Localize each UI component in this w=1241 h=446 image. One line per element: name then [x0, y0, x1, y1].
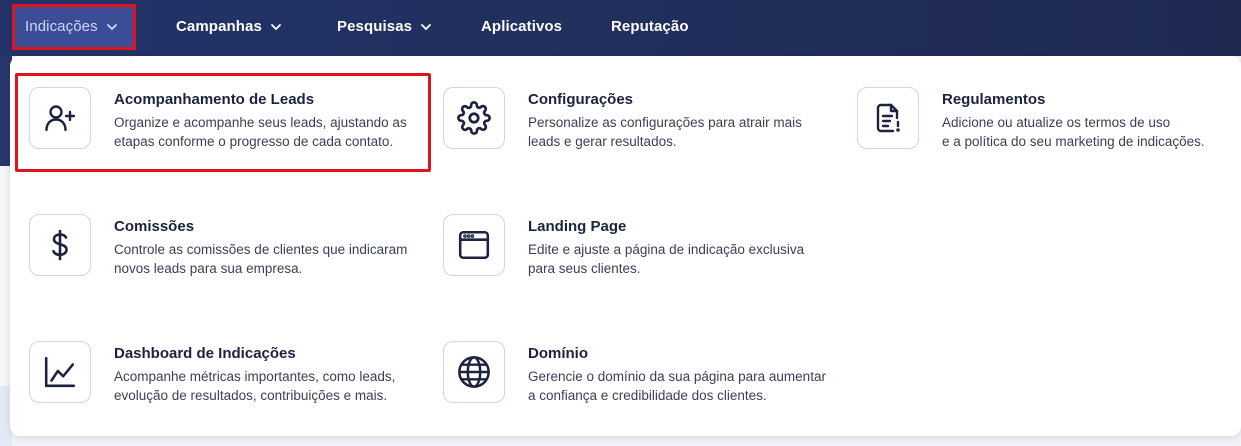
nav-item-label: Aplicativos — [481, 18, 563, 35]
gear-icon — [457, 101, 491, 135]
menu-card-regulamentos[interactable]: Regulamentos Adicione ou atualize os ter… — [857, 87, 1241, 167]
menu-card-landing-page[interactable]: Landing Page Edite e ajuste a página de … — [443, 214, 853, 294]
menu-card-description-line: Adicione ou atualize os termos de uso — [942, 115, 1171, 130]
nav-item-label: Indicações — [25, 18, 98, 35]
document-icon — [872, 102, 904, 134]
chevron-down-icon — [106, 23, 118, 31]
menu-card-icon-box — [29, 341, 91, 403]
nav-item-pesquisas[interactable]: Pesquisas — [337, 0, 432, 54]
nav-item-reputacao[interactable]: Reputação — [611, 0, 689, 54]
menu-card-description-line: e a política do seu marketing de indicaç… — [942, 134, 1205, 149]
menu-card-description-line: Edite e ajuste a página de indicação exc… — [528, 242, 805, 257]
menu-card-configuracoes[interactable]: Configurações Personalize as configuraçõ… — [443, 87, 853, 167]
menu-card-title: Configurações — [528, 91, 634, 108]
menu-card-description-line: Acompanhe métricas importantes, como lea… — [114, 369, 396, 384]
menu-card-icon-box — [443, 341, 505, 403]
dollar-icon — [44, 229, 76, 261]
nav-item-label: Pesquisas — [337, 18, 413, 35]
menu-card-description-line: a confiança e credibilidade dos clientes… — [528, 388, 767, 403]
menu-card-comissoes[interactable]: Comissões Controle as comissões de clien… — [29, 214, 439, 294]
menu-card-description: Acompanhe métricas importantes, como lea… — [114, 367, 434, 405]
menu-card-title: Dashboard de Indicações — [114, 345, 296, 362]
menu-card-title: Landing Page — [528, 218, 627, 235]
browser-window-icon — [457, 228, 491, 262]
menu-card-icon-box — [29, 214, 91, 276]
menu-card-description-line: evolução de resultados, contribuições e … — [114, 388, 388, 403]
menu-card-title: Comissões — [114, 218, 195, 235]
chevron-down-icon — [270, 23, 282, 31]
menu-card-icon-box — [857, 87, 919, 149]
menu-card-description-line: para seus clientes. — [528, 261, 641, 276]
line-chart-icon — [43, 355, 77, 389]
menu-card-dominio[interactable]: Domínio Gerencie o domínio da sua página… — [443, 341, 853, 421]
nav-item-label: Reputação — [611, 18, 689, 35]
menu-card-description-line: leads e gerar resultados. — [528, 134, 677, 149]
menu-card-dashboard-de-indicacoes[interactable]: Dashboard de Indicações Acompanhe métric… — [29, 341, 439, 421]
menu-card-description-line: novos leads para sua empresa. — [114, 261, 303, 276]
menu-card-description: Edite e ajuste a página de indicação exc… — [528, 240, 848, 278]
chevron-down-icon — [420, 23, 432, 31]
menu-card-title: Domínio — [528, 345, 588, 362]
menu-card-description-line: Controle as comissões de clientes que in… — [114, 242, 408, 257]
globe-icon — [456, 354, 492, 390]
menu-card-description: Personalize as configurações para atrair… — [528, 113, 848, 151]
nav-item-aplicativos[interactable]: Aplicativos — [481, 0, 562, 54]
menu-card-title: Regulamentos — [942, 91, 1046, 108]
menu-card-description-line: Gerencie o domínio da sua página para au… — [528, 369, 826, 384]
menu-card-icon-box — [443, 87, 505, 149]
menu-card-description: Gerencie o domínio da sua página para au… — [528, 367, 848, 405]
nav-item-label: Campanhas — [176, 18, 262, 35]
nav-item-campanhas[interactable]: Campanhas — [176, 0, 282, 54]
menu-card-description-line: Personalize as configurações para atrair… — [528, 115, 802, 130]
nav-item-indicacoes[interactable]: Indicações — [25, 0, 118, 54]
selected-card-highlight — [15, 73, 431, 172]
menu-card-description: Controle as comissões de clientes que in… — [114, 240, 434, 278]
menu-card-description: Adicione ou atualize os termos de uso e … — [942, 113, 1241, 151]
menu-card-icon-box — [443, 214, 505, 276]
